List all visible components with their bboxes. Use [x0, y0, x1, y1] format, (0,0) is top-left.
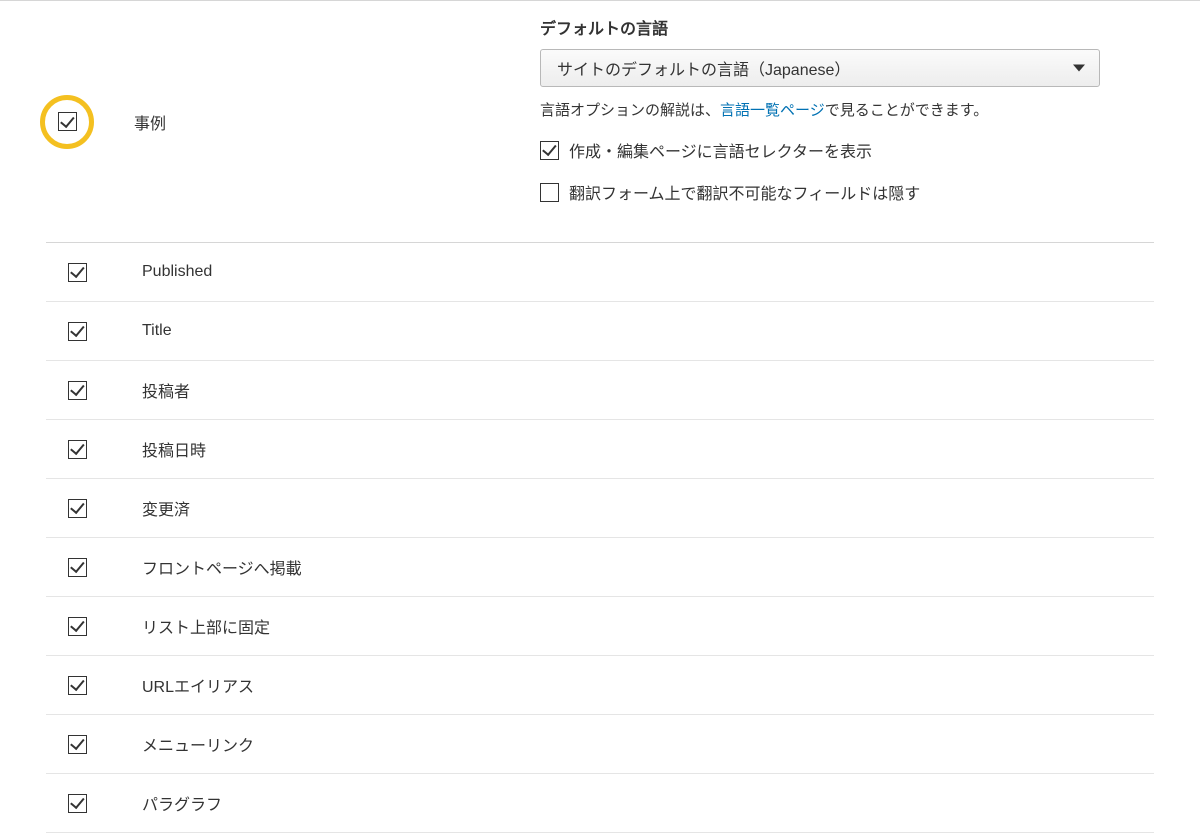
field-checkbox[interactable] — [68, 558, 87, 577]
default-language-select[interactable]: サイトのデフォルトの言語（Japanese） — [540, 49, 1100, 87]
field-checkbox[interactable] — [68, 322, 87, 341]
field-row: 変更済 — [46, 479, 1154, 538]
hide-untranslatable-label: 翻訳フォーム上で翻訳不可能なフィールドは隠す — [569, 180, 920, 204]
field-label: Published — [142, 263, 212, 281]
hide-untranslatable-checkbox[interactable] — [540, 183, 559, 202]
field-checkbox[interactable] — [68, 263, 87, 282]
field-checkbox[interactable] — [68, 381, 87, 400]
field-row: URLエイリアス — [46, 656, 1154, 715]
field-row: パラグラフ — [46, 774, 1154, 833]
field-list: Published Title 投稿者投稿日時変更済フロントページへ掲載リスト上部に… — [0, 242, 1200, 833]
field-row: Published — [46, 243, 1154, 302]
field-checkbox[interactable] — [68, 794, 87, 813]
language-help-text: 言語オプションの解説は、言語一覧ページで見ることができます。 — [540, 99, 1200, 120]
field-row: リスト上部に固定 — [46, 597, 1154, 656]
jirei-checkbox[interactable] — [58, 112, 77, 131]
field-label: リスト上部に固定 — [142, 614, 270, 638]
field-label: Title — [142, 322, 172, 340]
field-row: 投稿者 — [46, 361, 1154, 420]
jirei-label: 事例 — [134, 110, 166, 134]
field-row: フロントページへ掲載 — [46, 538, 1154, 597]
field-row: Title — [46, 302, 1154, 361]
field-label: 投稿日時 — [142, 437, 206, 461]
field-checkbox[interactable] — [68, 617, 87, 636]
chevron-down-icon — [1073, 65, 1085, 72]
field-checkbox[interactable] — [68, 735, 87, 754]
field-checkbox[interactable] — [68, 676, 87, 695]
field-row: メニューリンク — [46, 715, 1154, 774]
field-label: 変更済 — [142, 496, 190, 520]
field-row: 投稿日時 — [46, 420, 1154, 479]
field-label: フロントページへ掲載 — [142, 555, 302, 579]
field-checkbox[interactable] — [68, 499, 87, 518]
default-language-label: デフォルトの言語 — [540, 15, 1200, 39]
field-checkbox[interactable] — [68, 440, 87, 459]
field-label: URLエイリアス — [142, 673, 254, 697]
field-label: パラグラフ — [142, 791, 222, 815]
help-suffix: で見ることができます。 — [825, 102, 989, 119]
default-language-select-value: サイトのデフォルトの言語（Japanese） — [557, 56, 850, 80]
highlight-circle — [40, 95, 94, 149]
show-language-selector-checkbox[interactable] — [540, 141, 559, 160]
show-language-selector-label: 作成・編集ページに言語セレクターを表示 — [569, 138, 872, 162]
language-list-link[interactable]: 言語一覧ページ — [720, 102, 825, 119]
help-prefix: 言語オプションの解説は、 — [540, 102, 720, 119]
field-label: メニューリンク — [142, 732, 254, 756]
field-label: 投稿者 — [142, 378, 190, 402]
